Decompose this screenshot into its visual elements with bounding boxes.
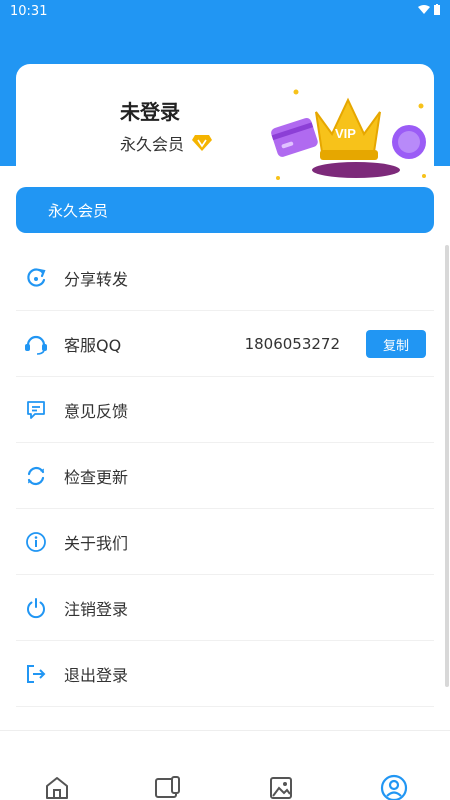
- profile-card[interactable]: 未登录 永久会员 VIP: [16, 64, 434, 186]
- diamond-icon: [192, 135, 213, 151]
- menu-item-logout[interactable]: 退出登录: [16, 641, 434, 707]
- menu-label: 检查更新: [64, 467, 129, 487]
- video-icon: [155, 776, 180, 798]
- nav-profile[interactable]: [379, 773, 409, 800]
- profile-icon: [380, 774, 408, 800]
- vip-card: [271, 117, 318, 157]
- status-bar: 10:31: [0, 0, 450, 24]
- vip-crown-illustration: VIP: [271, 89, 426, 180]
- scrollbar[interactable]: [445, 245, 449, 687]
- svg-text:VIP: VIP: [335, 126, 356, 141]
- menu-item-about[interactable]: 关于我们: [16, 509, 434, 575]
- headset-icon: [24, 332, 48, 356]
- logout-icon: [24, 662, 48, 686]
- menu-label: 关于我们: [64, 533, 129, 553]
- feedback-icon: [24, 398, 48, 422]
- status-icons: [418, 4, 440, 15]
- status-time: 10:31: [10, 4, 48, 19]
- refresh-icon: [24, 464, 48, 488]
- battery-icon: [434, 4, 440, 15]
- menu-label: 客服QQ: [64, 335, 122, 355]
- settings-menu: 分享转发 客服QQ 1806053272 复制 意见反馈 检查更新 关于我们 注…: [16, 245, 434, 707]
- menu-item-check-update[interactable]: 检查更新: [16, 443, 434, 509]
- member-bar-label: 永久会员: [48, 201, 109, 220]
- image-icon: [270, 777, 292, 799]
- menu-item-share[interactable]: 分享转发: [16, 245, 434, 311]
- menu-item-deactivate[interactable]: 注销登录: [16, 575, 434, 641]
- menu-label: 注销登录: [64, 599, 129, 619]
- menu-label: 分享转发: [64, 269, 129, 289]
- menu-label: 意见反馈: [64, 401, 129, 421]
- menu-item-feedback[interactable]: 意见反馈: [16, 377, 434, 443]
- wifi-icon: [418, 4, 430, 14]
- menu-item-customer-service[interactable]: 客服QQ 1806053272 复制: [16, 311, 434, 377]
- menu-label: 退出登录: [64, 665, 129, 685]
- member-bar[interactable]: 永久会员: [16, 187, 434, 233]
- share-icon: [24, 266, 48, 290]
- home-icon: [46, 777, 68, 799]
- info-icon: [24, 530, 48, 554]
- qq-number: 1806053272: [244, 334, 340, 353]
- nav-image[interactable]: [266, 773, 296, 800]
- power-icon: [24, 596, 48, 620]
- profile-name: 未登录: [120, 100, 180, 124]
- nav-video[interactable]: [153, 773, 183, 800]
- copy-button[interactable]: 复制: [366, 330, 426, 358]
- member-status: 永久会员: [120, 131, 213, 155]
- nav-home[interactable]: [42, 773, 72, 800]
- member-status-label: 永久会员: [120, 135, 185, 154]
- bottom-navigation: [0, 730, 450, 800]
